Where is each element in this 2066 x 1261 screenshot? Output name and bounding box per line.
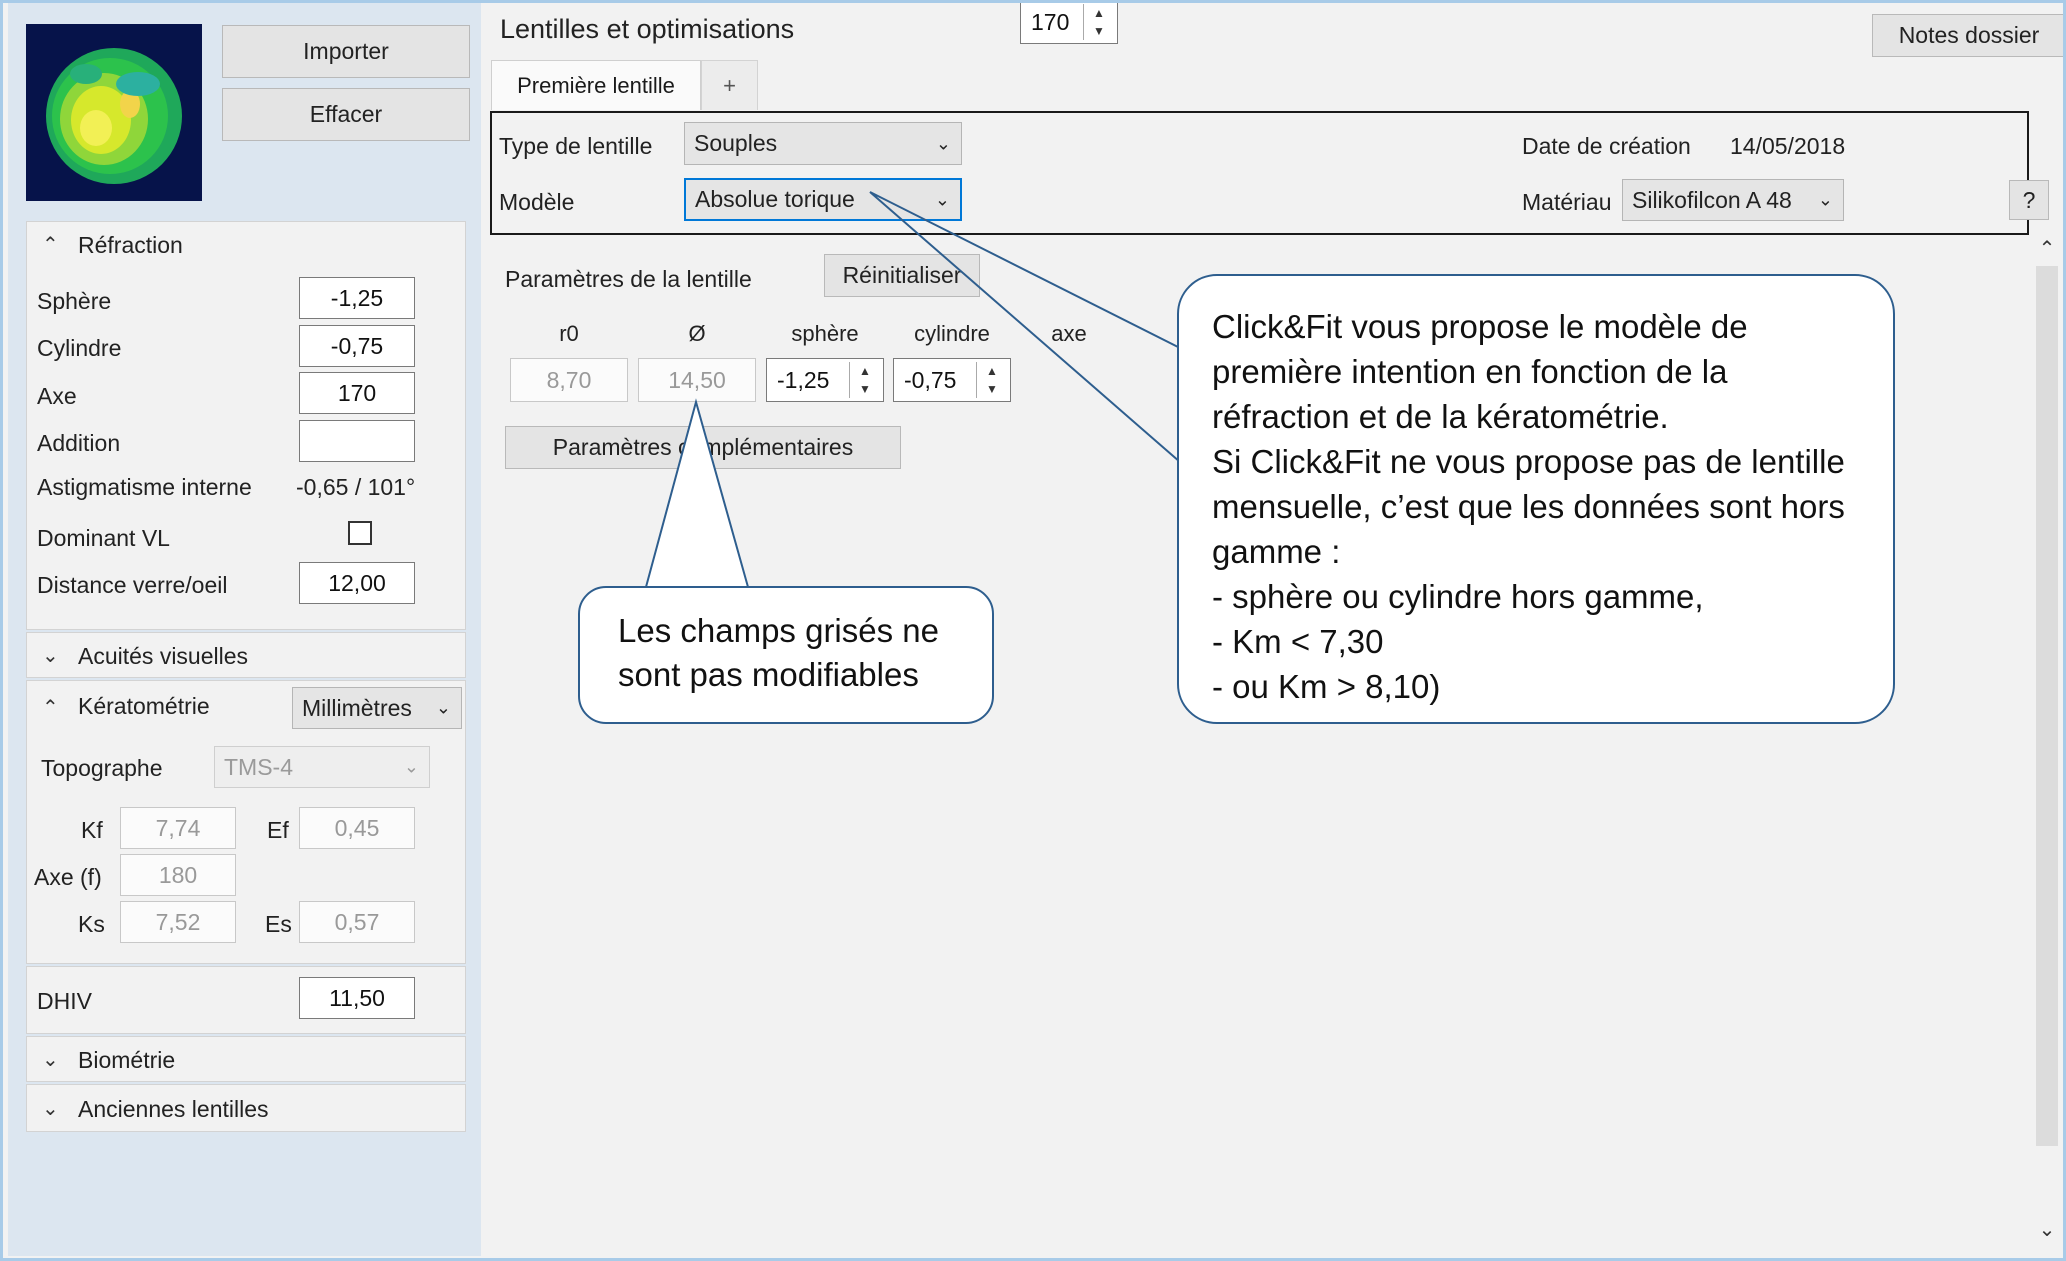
grey-fields-callout: Les champs grisés ne sont pas modifiable…	[578, 586, 994, 724]
callout-line: Click&Fit vous propose le modèle de	[1212, 308, 1748, 345]
app-window: Importer Effacer ⌃ Réfraction Sphère -1,…	[0, 0, 2066, 1261]
callout-line: première intention en fonction de la	[1212, 353, 1728, 390]
callout-line: mensuelle, c’est que les données sont ho…	[1212, 488, 1845, 525]
callout-line: - Km < 7,30	[1212, 623, 1384, 660]
callout-line: Les champs grisés ne	[618, 612, 939, 649]
callout-line: - ou Km > 8,10)	[1212, 668, 1441, 705]
callout-line: réfraction et de la kératométrie.	[1212, 398, 1669, 435]
callout-line: sont pas modifiables	[618, 656, 919, 693]
callout-line: gamme :	[1212, 533, 1341, 570]
callout-line: - sphère ou cylindre hors gamme,	[1212, 578, 1704, 615]
clickfit-callout: Click&Fit vous propose le modèle de prem…	[1177, 274, 1895, 724]
callout-line: Si Click&Fit ne vous propose pas de lent…	[1212, 443, 1845, 480]
